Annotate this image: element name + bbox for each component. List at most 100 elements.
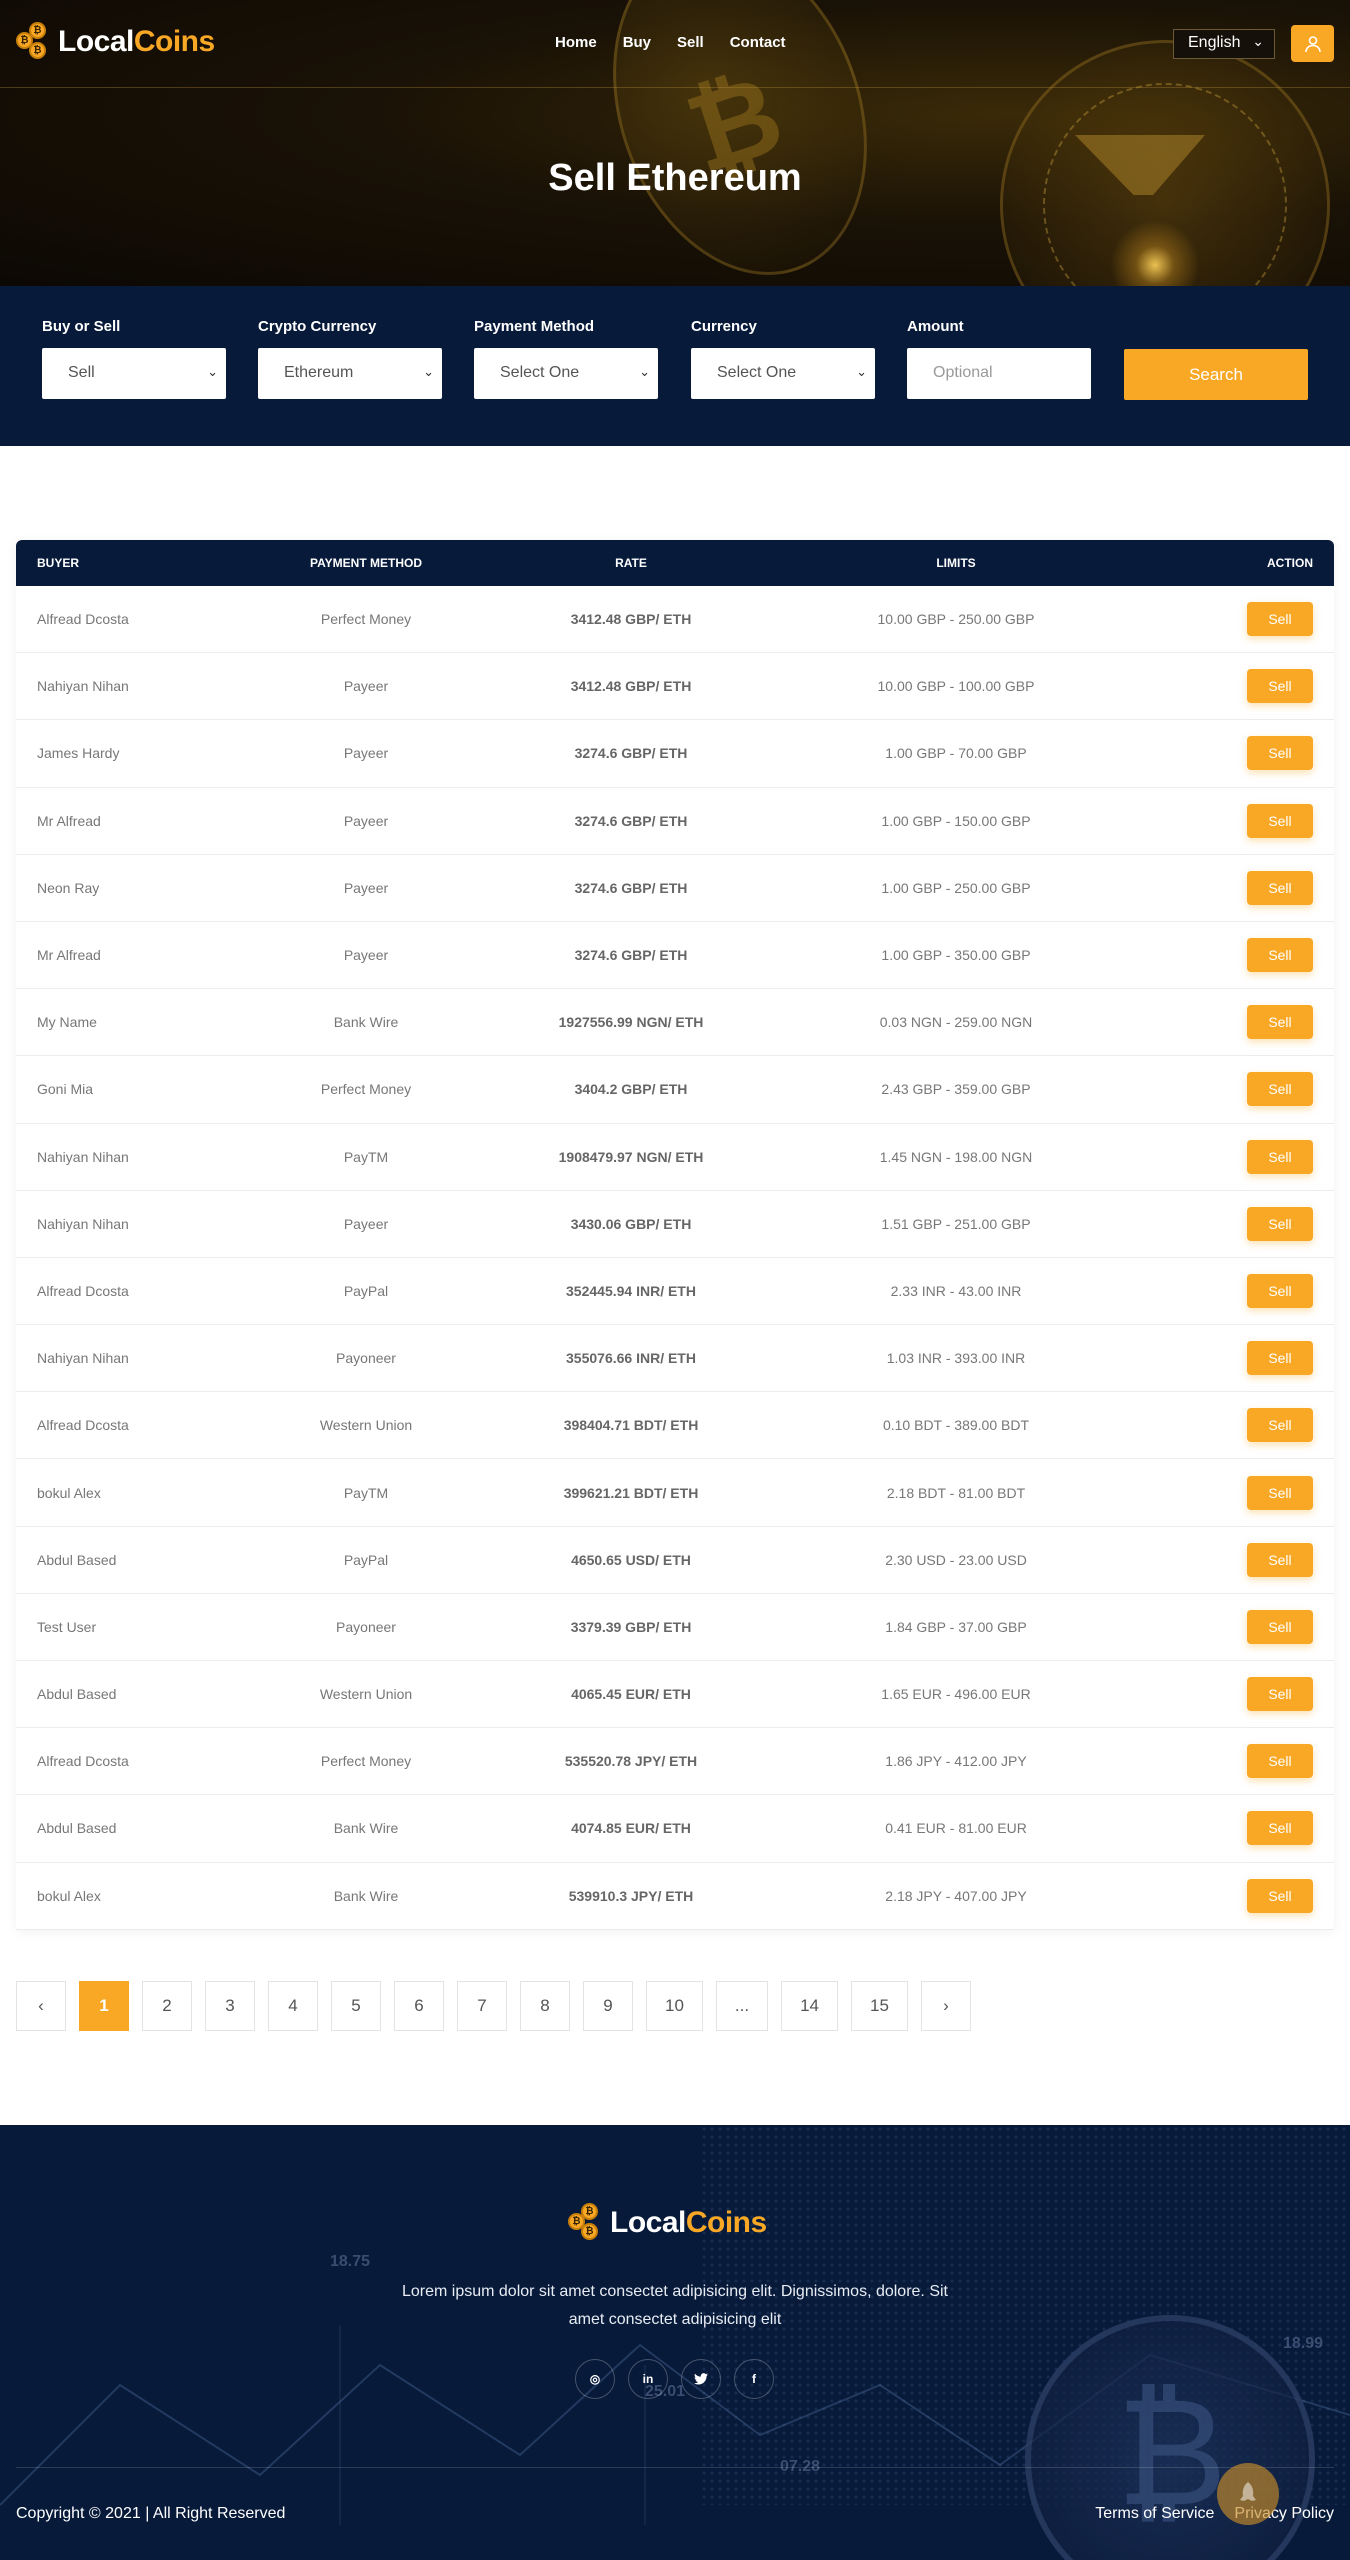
sell-button[interactable]: Sell [1247,1273,1313,1308]
sell-button[interactable]: Sell [1247,1072,1313,1107]
nav-home[interactable]: Home [555,34,597,51]
rate-value: 539910.3 JPY/ ETH [568,1887,694,1904]
nav-sell[interactable]: Sell [677,34,704,51]
payment-method: Bank Wire [333,1887,399,1904]
language-select[interactable]: English ⌄ [1173,29,1275,59]
rate-value: 4650.65 USD/ ETH [571,1551,691,1568]
pagination-page[interactable]: 1 [79,1981,129,2031]
header-rate: RATE [615,556,647,570]
copyright: Copyright © 2021 | All Right Reserved [16,2505,286,2522]
pagination-page[interactable]: 10 [646,1981,703,2031]
sell-button[interactable]: Sell [1247,1341,1313,1376]
rate-value: 3412.48 GBP/ ETH [570,678,692,695]
pagination-page[interactable]: 6 [394,1981,444,2031]
payment-method: Bank Wire [333,1014,399,1031]
sell-button[interactable]: Sell [1247,938,1313,973]
crypto-select[interactable]: Ethereum ⌄ [258,348,442,399]
limits-value: 1.00 GBP - 150.00 GBP [881,812,1031,829]
nav-buy[interactable]: Buy [623,34,651,51]
linkedin-icon[interactable]: in [628,2359,668,2399]
limits-value: 2.33 INR - 43.00 INR [890,1282,1022,1299]
sell-button[interactable]: Sell [1247,1811,1313,1846]
payment-select[interactable]: Select One ⌄ [474,348,658,399]
pagination-page[interactable]: 9 [583,1981,633,2031]
terms-link[interactable]: Terms of Service [1095,2505,1214,2523]
search-button[interactable]: Search [1124,349,1308,400]
top-navbar: ₿ ₿ ₿ LocalCoins Home Buy Sell Contact E… [0,0,1350,88]
sell-button[interactable]: Sell [1247,870,1313,905]
action-cell: Sell [1126,938,1334,973]
action-cell: Sell [1126,1273,1334,1308]
pagination-next-button[interactable]: › [920,1981,971,2031]
pagination-page[interactable]: 14 [781,1981,839,2031]
table-row: Test User Payoneer 3379.39 GBP/ ETH 1.84 GB… [16,1594,1334,1661]
logo-text: LocalCoins [610,2206,767,2239]
buyer-name: Mr Alfread [37,947,101,964]
action-cell: Sell [1126,1677,1334,1712]
buyer-name: Nahiyan Nihan [37,1350,129,1367]
buyer-name: Mr Alfread [37,812,101,829]
limits-value: 2.18 BDT - 81.00 BDT [886,1484,1026,1501]
pagination-page[interactable]: 2 [142,1981,192,2031]
table-row: bokul Alex PayTM 399621.21 BDT/ ETH 2.18 BD… [16,1459,1334,1527]
limits-value: 1.51 GBP - 251.00 GBP [881,1215,1031,1232]
rate-value: 3274.6 GBP/ ETH [574,879,688,896]
payment-method: PayPal [343,1551,389,1568]
sell-button[interactable]: Sell [1247,1139,1313,1174]
table-row: Alfread Dcosta Western Union 398404.71 BDT… [16,1392,1334,1460]
action-cell: Sell [1126,1744,1334,1779]
sell-button[interactable]: Sell [1247,1744,1313,1779]
sell-button[interactable]: Sell [1247,669,1313,704]
twitter-icon[interactable] [681,2359,721,2399]
buy-sell-select[interactable]: Sell ⌄ [42,348,226,399]
currency-select[interactable]: Select One ⌄ [691,348,875,399]
sell-button[interactable]: Sell [1247,1206,1313,1241]
header-payment-method: PAYMENT METHOD [309,556,422,570]
amount-group: Amount Optional [907,318,1091,399]
facebook-icon[interactable]: f [734,2359,774,2399]
crypto-group: Crypto Currency Ethereum ⌄ [258,318,442,399]
sell-button[interactable]: Sell [1247,1542,1313,1577]
nav-contact[interactable]: Contact [730,34,786,51]
rate-value: 3412.48 GBP/ ETH [570,611,692,628]
sell-button[interactable]: Sell [1247,1609,1313,1644]
table-row: Nahiyan Nihan Payeer 3430.06 GBP/ ETH 1.51 … [16,1191,1334,1258]
pagination-prev-button[interactable]: ‹ [16,1981,66,2031]
pagination-page[interactable]: 8 [520,1981,570,2031]
pagination-page[interactable]: 7 [457,1981,507,2031]
table-row: Alfread Dcosta Perfect Money 535520.78 JPY… [16,1728,1334,1796]
footer-links: Terms of Service Privacy Policy [1075,2505,1334,2523]
scroll-to-top-button[interactable] [1217,2463,1279,2525]
rate-value: 398404.71 BDT/ ETH [563,1417,699,1434]
pagination-page[interactable]: 4 [268,1981,318,2031]
limits-value: 1.45 NGN - 198.00 NGN [879,1148,1033,1165]
pagination-page[interactable]: 15 [851,1981,908,2031]
action-cell: Sell [1126,1475,1334,1510]
sell-button[interactable]: Sell [1247,1878,1313,1913]
sell-button[interactable]: Sell [1247,803,1313,838]
sell-button[interactable]: Sell [1247,1475,1313,1510]
buyer-name: Test User [37,1618,97,1635]
sell-button[interactable]: Sell [1247,736,1313,771]
limits-value: 10.00 GBP - 250.00 GBP [877,611,1035,628]
logo[interactable]: ₿ ₿ ₿ LocalCoins [16,22,215,62]
pagination-ellipsis[interactable]: ... [715,1981,769,2031]
sell-button[interactable]: Sell [1247,1005,1313,1040]
sell-button[interactable]: Sell [1247,1677,1313,1712]
buyer-name: bokul Alex [37,1887,101,1904]
amount-input[interactable]: Optional [907,348,1091,399]
instagram-icon[interactable]: ◎ [575,2359,615,2399]
social-links: ◎ in f [575,2359,787,2399]
action-cell: Sell [1126,1206,1334,1241]
buyer-name: Abdul Based [37,1551,117,1568]
buyer-name: Abdul Based [37,1686,117,1703]
user-account-button[interactable] [1291,25,1334,62]
pagination-page[interactable]: 5 [331,1981,381,2031]
sell-button[interactable]: Sell [1247,1408,1313,1443]
pagination-page[interactable]: 3 [205,1981,255,2031]
limits-value: 2.18 JPY - 407.00 JPY [885,1887,1027,1904]
action-cell: Sell [1126,602,1334,637]
footer-logo[interactable]: ₿ ₿ ₿ LocalCoins [568,2203,767,2243]
footer-description: Lorem ipsum dolor sit amet consectet adi… [401,2283,948,2328]
sell-button[interactable]: Sell [1247,602,1313,637]
